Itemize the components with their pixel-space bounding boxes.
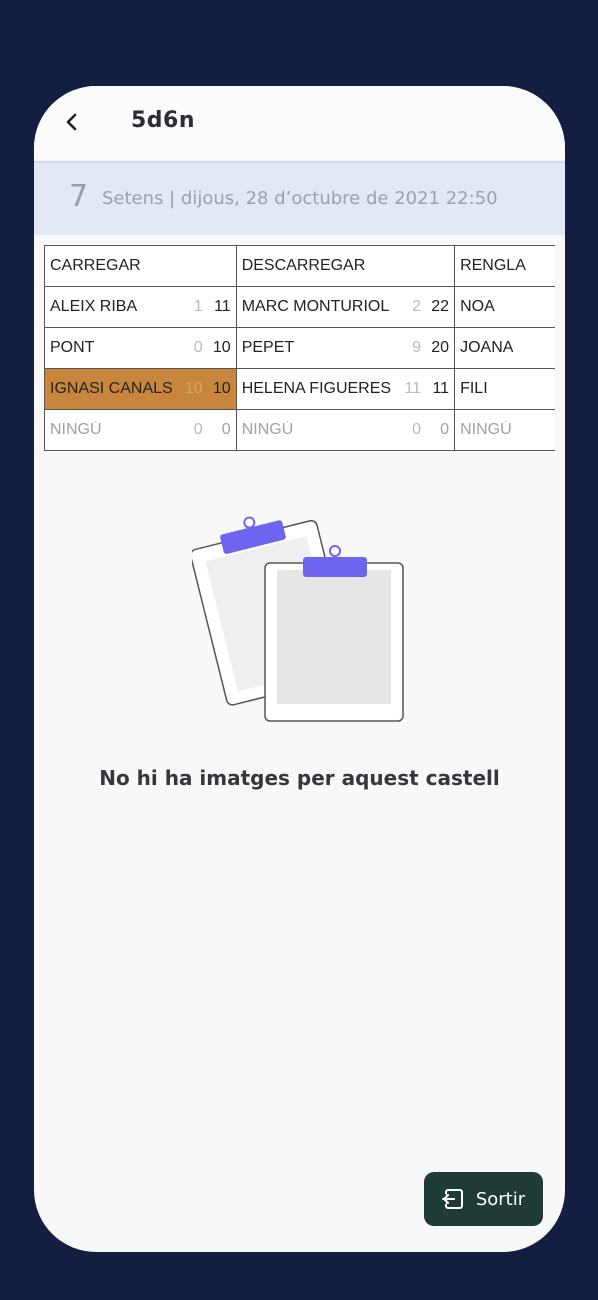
position-cell[interactable]: HELENA FIGUERES 11 11	[235, 368, 456, 410]
count-primary: 0	[221, 421, 231, 438]
person-name: NINGÚ	[50, 421, 102, 438]
page-title: 5d6n	[131, 108, 196, 133]
person-name: NOA	[460, 298, 495, 315]
exit-icon	[441, 1189, 463, 1209]
count-primary: 10	[212, 380, 231, 397]
attempt-number: 7	[69, 179, 89, 214]
table-row: ALEIX RIBA 1 11 MARC MONTURIOL 2 22 NOA	[44, 286, 555, 328]
position-cell[interactable]: FILI	[454, 368, 555, 410]
person-name: NINGÚ	[241, 421, 294, 438]
column-header: DESCARREGAR	[235, 245, 456, 287]
position-cell[interactable]: ALEIX RIBA 1 11	[44, 286, 237, 328]
position-cell[interactable]: NINGÚ 0 0	[235, 409, 456, 451]
count-secondary: 2	[412, 298, 422, 315]
count-secondary: 0	[193, 339, 203, 356]
position-cell[interactable]: MARC MONTURIOL 2 22	[235, 286, 456, 328]
count-primary: 11	[214, 298, 231, 315]
person-name: IGNASI CANALS	[50, 380, 173, 397]
position-cell[interactable]: JOANA	[454, 327, 555, 369]
column-header: CARREGAR	[44, 245, 237, 287]
position-cell[interactable]: NINGÚ	[454, 409, 555, 451]
person-name: PEPET	[241, 339, 295, 356]
person-name: NINGÚ	[460, 421, 512, 438]
person-name: ALEIX RIBA	[50, 298, 138, 315]
person-name: MARC MONTURIOL	[241, 298, 390, 315]
back-button[interactable]	[56, 106, 88, 138]
exit-button-label: Sortir	[475, 1188, 526, 1210]
count-primary: 10	[212, 339, 231, 356]
count-secondary: 10	[184, 380, 203, 397]
column-header: RENGLA	[454, 245, 555, 287]
person-name: PONT	[50, 339, 95, 356]
empty-state-message: No hi ha imatges per aquest castell	[99, 766, 500, 790]
table-row: NINGÚ 0 0 NINGÚ 0 0 NINGÚ	[44, 409, 555, 451]
person-name: JOANA	[460, 339, 514, 356]
clipboard-illustration-icon	[189, 514, 412, 726]
attempt-banner: 7 Setens | dijous, 28 d’octubre de 2021 …	[34, 161, 565, 235]
position-cell[interactable]: NINGÚ 0 0	[44, 409, 237, 451]
top-bar: 5d6n	[34, 86, 565, 160]
count-primary: 0	[440, 421, 450, 438]
position-cell[interactable]: NOA	[454, 286, 555, 328]
table-row: IGNASI CANALS 10 10 HELENA FIGUERES 11 11 FILI	[44, 368, 555, 410]
table-row: PONT 0 10 PEPET 9 20 JOANA	[44, 327, 555, 369]
position-cell[interactable]: PONT 0 10	[44, 327, 237, 369]
person-name: FILI	[460, 380, 488, 397]
count-primary: 11	[432, 380, 450, 397]
position-cell[interactable]: PEPET 9 20	[235, 327, 456, 369]
chevron-left-icon	[66, 113, 77, 131]
positions-table[interactable]: CARREGAR DESCARREGAR RENGLA ALEIX RIBA 1 11 M…	[44, 245, 555, 451]
count-primary: 20	[431, 339, 450, 356]
count-secondary: 0	[193, 421, 203, 438]
count-primary: 22	[431, 298, 450, 315]
person-name: HELENA FIGUERES	[241, 380, 392, 397]
attempt-description: Setens | dijous, 28 d’octubre de 2021 22…	[102, 188, 498, 209]
exit-button[interactable]: Sortir	[424, 1172, 543, 1226]
count-secondary: 11	[404, 380, 422, 397]
app-screen: 5d6n 7 Setens | dijous, 28 d’octubre de …	[34, 86, 565, 1252]
count-secondary: 1	[193, 298, 203, 315]
count-secondary: 9	[412, 339, 422, 356]
position-cell[interactable]: IGNASI CANALS 10 10	[44, 368, 237, 410]
count-secondary: 0	[412, 421, 422, 438]
